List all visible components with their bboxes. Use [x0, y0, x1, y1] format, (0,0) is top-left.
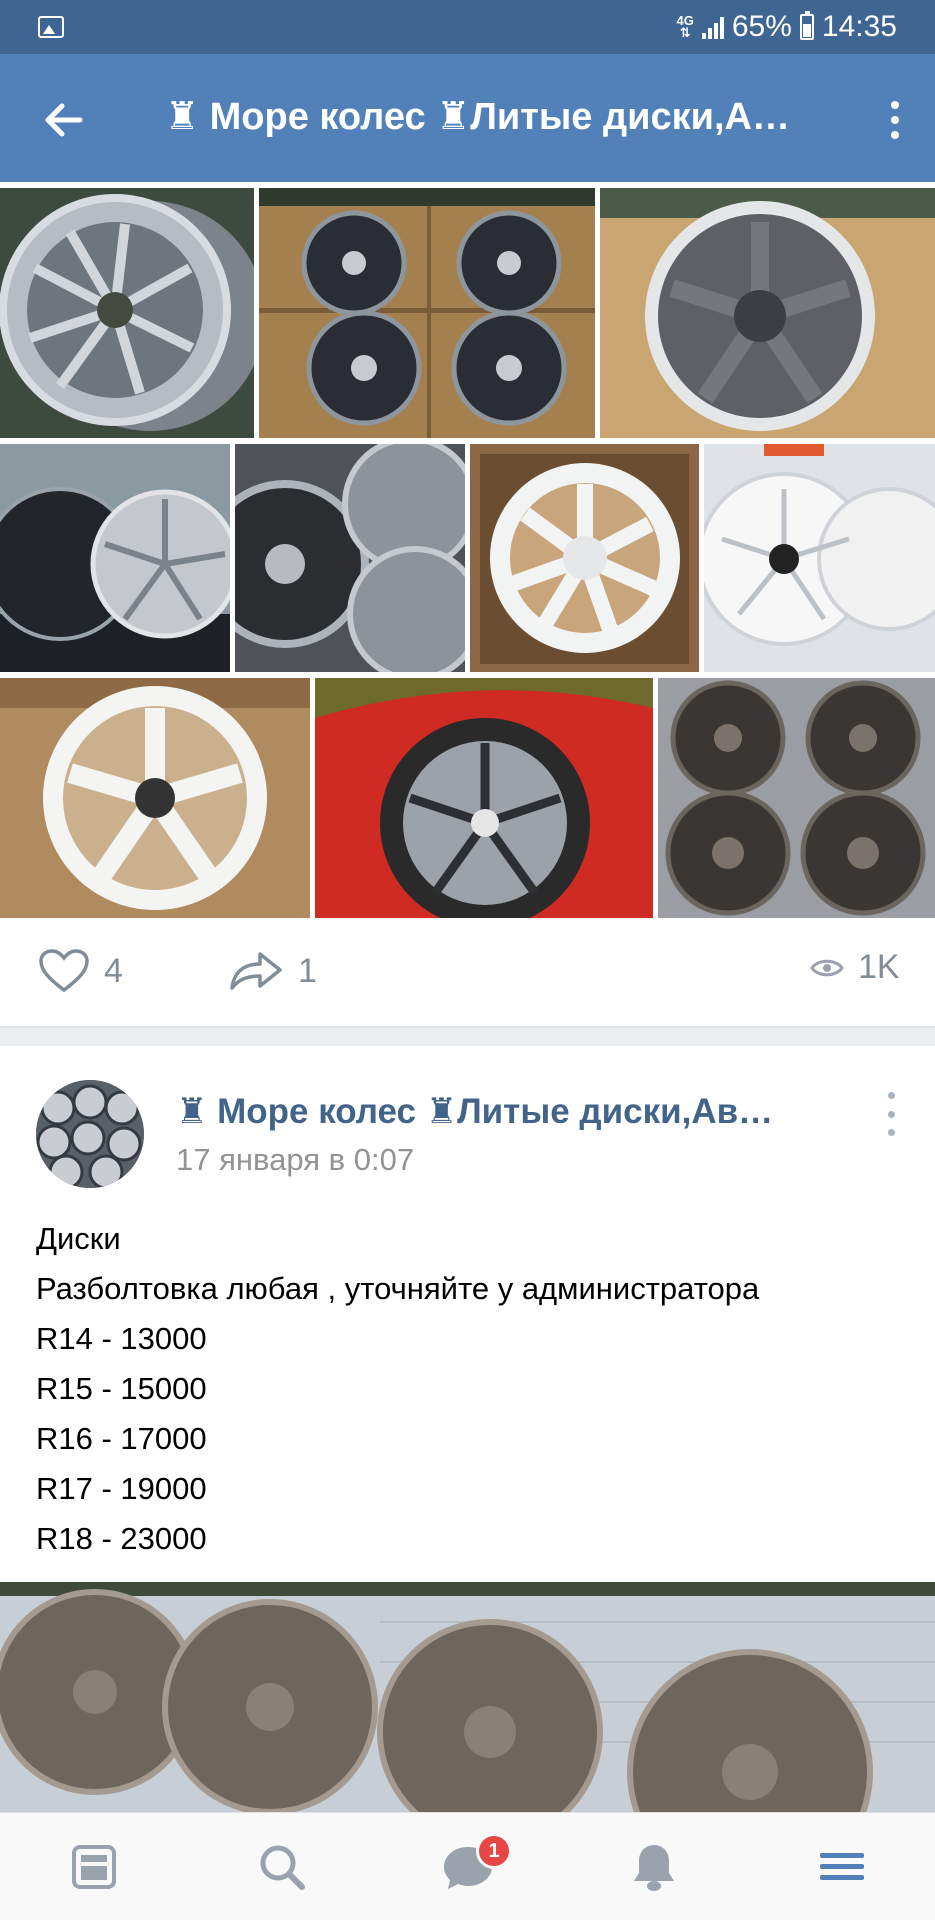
photo-bronze-wheels-on-pavement[interactable] [658, 678, 935, 918]
post-separator [0, 1026, 935, 1046]
post-actions: 4 1 1K [0, 918, 935, 1026]
more-options-button[interactable] [875, 92, 915, 148]
post-date[interactable]: 17 января в 0:07 [176, 1142, 414, 1178]
post-line: Разболтовка любая , уточняйте у админист… [36, 1271, 760, 1306]
post-line: R18 - 23000 [36, 1521, 207, 1556]
views-counter: 1K [810, 948, 900, 987]
post-line: R15 - 15000 [36, 1371, 207, 1406]
nav-notifications[interactable] [626, 1839, 682, 1895]
photo-four-wheels-in-boxes[interactable] [259, 188, 595, 438]
nav-search[interactable] [254, 1839, 310, 1895]
bottom-nav: 1 [0, 1812, 935, 1920]
photo-silver-spoke-wheel[interactable] [0, 188, 254, 438]
search-icon [260, 1845, 305, 1890]
back-button[interactable] [36, 92, 92, 148]
post-line: Диски [36, 1221, 121, 1256]
photo-white-five-spoke-in-box[interactable] [0, 678, 310, 918]
photo-red-car-wheel[interactable] [315, 678, 653, 918]
post-text: Диски Разболтовка любая , уточняйте у ад… [36, 1214, 896, 1564]
photo-mesh-wheels-stack[interactable] [235, 444, 465, 672]
share-button[interactable]: 1 [228, 948, 317, 994]
battery-icon [799, 11, 814, 40]
heart-icon [39, 949, 89, 993]
post-line: R14 - 13000 [36, 1321, 207, 1356]
eye-icon [810, 959, 844, 976]
status-bar: 4G ⇅ 65% 14:35 [0, 0, 935, 54]
notifications-icon [634, 1845, 674, 1891]
share-count: 1 [298, 951, 317, 990]
post-line: R16 - 17000 [36, 1421, 207, 1456]
post-header: ♜ Море колес ♜Литые диски,Ав… 17 января … [0, 1046, 935, 1196]
post-image[interactable] [0, 1582, 935, 1812]
status-indicators: 4G ⇅ 65% 14:35 [677, 10, 897, 44]
network-type: 4G ⇅ [676, 13, 694, 40]
like-button[interactable]: 4 [38, 948, 123, 994]
news-icon [72, 1845, 116, 1889]
nav-news[interactable] [66, 1839, 122, 1895]
arrow-left-icon [45, 103, 83, 137]
photo-white-wheel-in-box[interactable] [470, 444, 699, 672]
battery-percent: 65% [731, 10, 792, 43]
page-title: ♜ Море колес ♜Литые диски,А… [165, 96, 790, 138]
menu-icon [820, 1853, 864, 1880]
network-label: 4G [676, 13, 694, 28]
photo-white-wheels-display[interactable] [704, 444, 935, 672]
messages-badge: 1 [476, 1833, 512, 1869]
view-count: 1K [858, 948, 900, 986]
toolbar: ♜ Море колес ♜Литые диски,А… [0, 54, 935, 182]
avatar[interactable] [36, 1080, 144, 1188]
post-options-button[interactable] [883, 1092, 899, 1136]
like-count: 4 [104, 951, 123, 990]
signal-icon [701, 15, 724, 39]
gallery-notification-icon [38, 16, 64, 38]
photo-gunmetal-wheel-in-box[interactable] [600, 188, 935, 438]
nav-menu[interactable] [814, 1839, 870, 1895]
photo-black-and-silver-wheels[interactable] [0, 444, 230, 672]
photo-grid [0, 188, 935, 918]
post-author[interactable]: ♜ Море колес ♜Литые диски,Ав… [176, 1092, 816, 1132]
post-line: R17 - 19000 [36, 1471, 207, 1506]
share-arrow-icon [230, 952, 282, 990]
clock: 14:35 [821, 10, 897, 43]
